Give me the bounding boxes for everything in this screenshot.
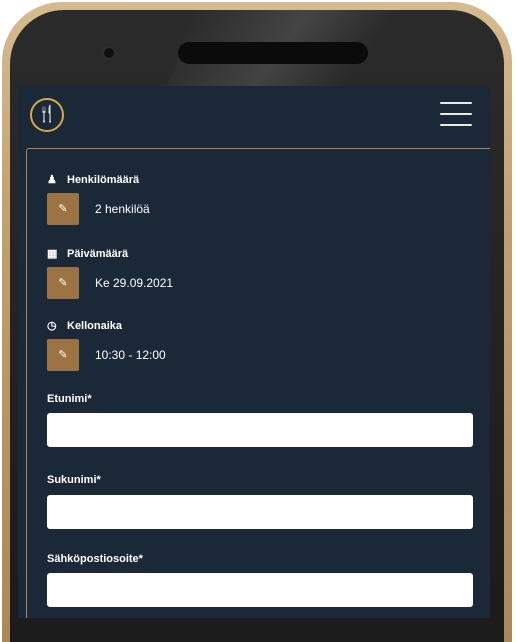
time-label-text: Kellonaika [67,320,123,332]
people-label: ♟ Henkilömäärä [47,173,139,186]
top-navbar: 🍴 [18,86,490,146]
app-screen: 🍴 ♟ Henkilömäärä ✎ 2 henkilöä ▦ Päivämäärä… [18,86,490,618]
last-name-label: Sukunimi* [47,474,101,486]
email-label: Sähköpostiosoite* [47,553,143,565]
time-label: ◷ Kellonaika [47,319,122,332]
hamburger-line [440,102,472,104]
time-value: 10:30 - 12:00 [95,348,166,362]
hamburger-icon[interactable] [440,102,472,126]
calendar-icon: ▦ [47,248,58,260]
date-label-text: Päivämäärä [67,248,129,260]
edit-time-button[interactable]: ✎ [47,339,79,371]
reservation-form: ♟ Henkilömäärä ✎ 2 henkilöä ▦ Päivämäärä ✎… [26,148,490,618]
edit-date-button[interactable]: ✎ [47,267,79,299]
first-name-field[interactable] [47,413,473,447]
clock-icon: ◷ [47,320,57,332]
first-name-label: Etunimi* [47,393,92,405]
people-label-text: Henkilömäärä [67,174,140,186]
edit-people-button[interactable]: ✎ [47,193,79,225]
last-name-field[interactable] [47,495,473,529]
hamburger-line [440,113,472,115]
hamburger-line [440,124,472,126]
restaurant-logo-icon[interactable]: 🍴 [30,98,64,132]
email-field[interactable] [47,573,473,607]
date-label: ▦ Päivämäärä [47,247,128,260]
date-value: Ke 29.09.2021 [95,276,174,290]
user-icon: ♟ [47,174,57,186]
people-value: 2 henkilöä [95,202,150,216]
camera-icon [104,48,114,58]
speaker-grille [178,42,368,64]
